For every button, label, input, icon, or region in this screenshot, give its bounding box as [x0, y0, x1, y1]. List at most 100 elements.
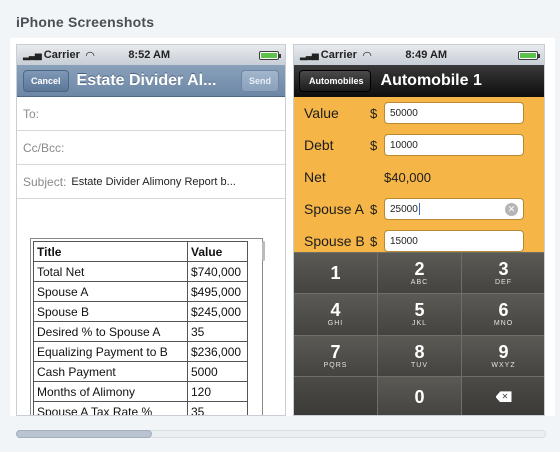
key-4[interactable]: 4 GHI [294, 293, 378, 335]
key-letters: ABC [410, 279, 429, 287]
row-title: Spouse B [33, 301, 188, 322]
header-title: Title [33, 241, 188, 262]
row-value: 5000 [187, 361, 248, 382]
cancel-button[interactable]: Cancel [23, 69, 69, 92]
currency-symbol: $ [370, 201, 378, 217]
row-title: Equalizing Payment to B [33, 341, 188, 362]
battery-icon [518, 50, 540, 60]
key-digit: 0 [414, 386, 425, 407]
signal-icon: ▂▃▅ [23, 49, 42, 60]
spouse-b-input[interactable]: 15000 [384, 230, 524, 252]
net-value: $40,000 [384, 169, 431, 185]
key-digit: 1 [330, 263, 341, 284]
carrier-label: Carrier [320, 49, 357, 61]
status-time: 8:49 AM [405, 49, 448, 61]
row-value: $245,000 [187, 301, 248, 322]
delete-key[interactable]: ✕ [462, 375, 544, 415]
wifi-icon: ◠ [362, 49, 372, 62]
header-value: Value [187, 241, 248, 262]
row-title: Spouse A Tax Rate % [33, 401, 188, 415]
back-button-automobiles[interactable]: Automobiles [299, 70, 371, 92]
key-digit: 9 [498, 341, 509, 362]
row-title: Desired % to Spouse A [33, 321, 188, 342]
spouse-a-input[interactable]: 25000 ✕ [384, 198, 524, 220]
table-row: Desired % to Spouse A 35 [33, 321, 248, 342]
table-row: Cash Payment 5000 [33, 361, 248, 382]
key-0[interactable]: 0 [378, 375, 462, 415]
key-9[interactable]: 9 WXYZ [462, 334, 544, 376]
key-2[interactable]: 2 ABC [378, 252, 462, 294]
report-table: Title Value Total Net $740,000 Spouse A $4… [33, 241, 248, 415]
subject-field[interactable]: Subject: Estate Divider Alimony Report b… [17, 165, 285, 199]
key-5[interactable]: 5 JKL [378, 293, 462, 335]
value-input[interactable]: 50000 [384, 102, 524, 124]
key-1[interactable]: 1 [294, 252, 378, 294]
table-header-row: Title Value [33, 241, 248, 262]
key-7[interactable]: 7 PQRS [294, 334, 378, 376]
key-letters: DEF [495, 279, 512, 287]
text-caret [418, 203, 420, 215]
value-label: Value [304, 105, 339, 121]
compose-navbar: Cancel Estate Divider Al... Send [17, 65, 285, 97]
ccbcc-field[interactable]: Cc/Bcc: [17, 131, 285, 165]
screenshot-mail-compose[interactable]: ▂▃▅ Carrier ◠ 8:52 AM Cancel Estate Divi… [16, 44, 286, 416]
table-row: Total Net $740,000 [33, 261, 248, 282]
key-3[interactable]: 3 DEF [462, 252, 544, 294]
row-value: $495,000 [187, 281, 248, 302]
number-keypad: 1 2 ABC 3 DEF 4 GHI 5 JKL 6 MNO 7 PQRS 8 TUV 9W… [294, 252, 544, 415]
key-6[interactable]: 6 MNO [462, 293, 544, 335]
spouse-a-value: 25000 [390, 203, 418, 215]
row-title: Cash Payment [33, 361, 188, 382]
key-letters: TUV [411, 361, 428, 369]
spouse-a-row: Spouse A $ 25000 ✕ [294, 193, 544, 225]
row-title: Total Net [33, 261, 188, 282]
table-row: Spouse A Tax Rate % 35 [33, 401, 248, 415]
carrier-label: Carrier [43, 49, 80, 61]
compose-title: Estate Divider Al... [76, 71, 217, 89]
key-letters: JKL [411, 320, 428, 328]
key-digit: 6 [498, 300, 509, 321]
debt-label: Debt [304, 137, 334, 153]
horizontal-scrollbar-thumb[interactable] [16, 430, 152, 438]
key-blank [294, 375, 378, 415]
key-digit: 7 [330, 341, 341, 362]
row-title: Spouse A [33, 281, 188, 302]
key-digit: 3 [498, 259, 509, 280]
spouse-b-label: Spouse B [304, 233, 365, 249]
screenshot-automobile-form[interactable]: ▂▃▅ Carrier ◠ 8:49 AM Automobiles Automo… [293, 44, 545, 416]
spouse-a-label: Spouse A [304, 201, 364, 217]
key-letters: PQRS [323, 361, 348, 369]
backspace-icon: ✕ [495, 391, 512, 403]
key-letters: MNO [493, 320, 514, 328]
net-row: Net $40,000 [294, 161, 544, 193]
to-label: To: [23, 106, 40, 121]
key-8[interactable]: 8 TUV [378, 334, 462, 376]
subject-label: Subject: [23, 174, 67, 189]
status-bar: ▂▃▅ Carrier ◠ 8:49 AM [294, 45, 544, 65]
table-row: Months of Alimony 120 [33, 381, 248, 402]
to-field[interactable]: To: [17, 97, 285, 131]
automobile-title: Automobile 1 [380, 72, 482, 89]
row-value: $740,000 [187, 261, 248, 282]
debt-row: Debt $ 10000 [294, 129, 544, 161]
section-title: iPhone Screenshots [16, 14, 155, 30]
key-digit: 5 [414, 300, 425, 321]
vertical-scroll-indicator [262, 241, 265, 261]
key-digit: 4 [330, 300, 341, 321]
send-button[interactable]: Send [240, 69, 279, 92]
debt-input[interactable]: 10000 [384, 134, 524, 156]
subject-value: Estate Divider Alimony Report b... [71, 175, 236, 188]
clear-icon[interactable]: ✕ [505, 203, 518, 216]
battery-icon [259, 50, 281, 60]
currency-symbol: $ [370, 137, 378, 153]
table-row: Spouse A $495,000 [33, 281, 248, 302]
signal-icon: ▂▃▅ [300, 49, 319, 60]
key-letters: GHI [327, 320, 344, 328]
automobile-navbar: Automobiles Automobile 1 [294, 65, 544, 97]
row-value: $236,000 [187, 341, 248, 362]
row-title: Months of Alimony [33, 381, 188, 402]
row-value: 35 [187, 401, 248, 415]
key-digit: 2 [414, 259, 425, 280]
status-bar: ▂▃▅ Carrier ◠ 8:52 AM [17, 45, 285, 65]
value-row: Value $ 50000 [294, 97, 544, 129]
